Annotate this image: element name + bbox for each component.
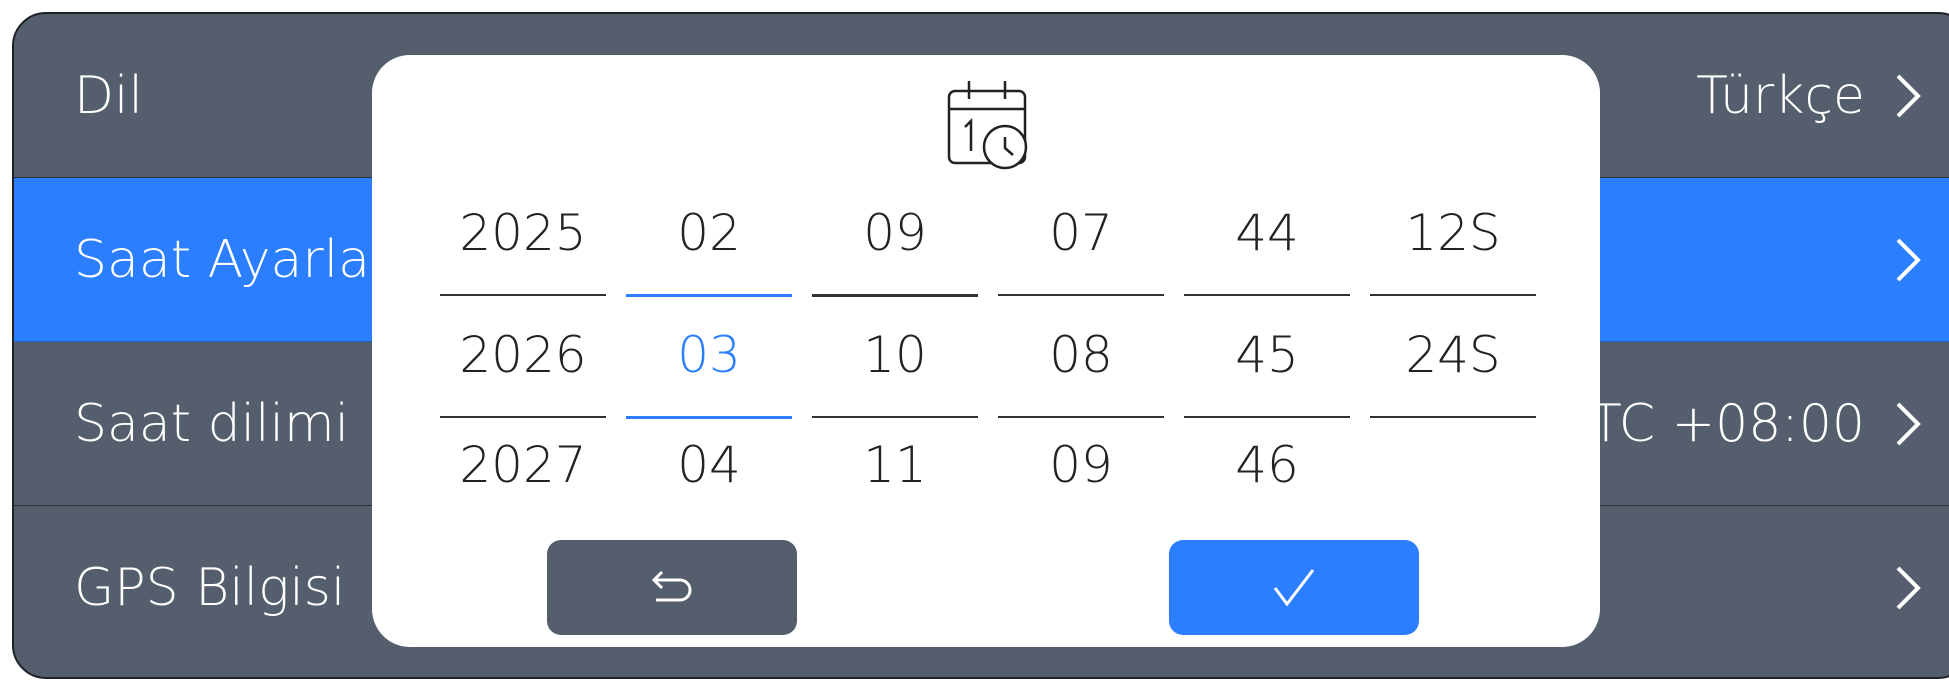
calendar-clock-icon [947,81,1028,170]
row-label: Saat dilimi [74,393,350,454]
divider [626,294,792,297]
divider [998,416,1164,418]
picker-option[interactable]: 2025 [440,203,606,263]
divider [1370,294,1536,296]
chevron-right-icon [1896,402,1921,445]
back-button[interactable] [547,540,797,635]
datetime-picker-dialog: 2025 2026 2027 02 03 04 09 10 11 07 08 0… [372,55,1600,647]
picker-option-selected[interactable]: 2026 [440,325,606,385]
divider [998,294,1164,296]
picker-column-format[interactable]: 12S 24S [1370,195,1536,475]
divider [812,416,978,418]
row-value: Türkçe [1696,65,1865,126]
picker-option[interactable]: 09 [812,203,978,263]
divider [626,416,792,419]
undo-arrow-icon [651,570,692,601]
row-label: GPS Bilgisi [74,558,346,618]
picker-option[interactable]: 2027 [440,435,606,495]
confirm-button[interactable] [1169,540,1419,635]
checkmark-icon [1273,568,1315,606]
picker-option-selected[interactable]: 03 [626,325,792,385]
picker-option-selected[interactable]: 10 [812,325,978,385]
chevron-right-icon [1896,566,1921,610]
picker-option[interactable]: 04 [626,435,792,495]
divider [812,294,978,297]
row-label: Dil [74,65,143,126]
picker-option[interactable]: 09 [998,435,1164,495]
picker-column-month[interactable]: 02 03 04 [626,195,792,494]
divider [1184,416,1350,418]
picker-option[interactable]: 07 [998,203,1164,263]
picker-option[interactable]: 02 [626,203,792,263]
picker-column-hour[interactable]: 07 08 09 [998,195,1164,494]
divider [1184,294,1350,296]
chevron-right-icon [1896,74,1921,117]
divider [440,294,606,296]
picker-column-year[interactable]: 2025 2026 2027 [440,195,606,494]
picker-option-selected[interactable]: 45 [1184,325,1350,385]
picker-option[interactable]: 44 [1184,203,1350,263]
picker-column-minute[interactable]: 44 45 46 [1184,195,1350,494]
divider [1370,416,1536,418]
picker-option-selected[interactable]: 08 [998,325,1164,385]
picker-option[interactable]: 46 [1184,435,1350,495]
chevron-right-icon [1896,238,1921,281]
picker-option[interactable] [1370,435,1536,495]
picker-column-day[interactable]: 09 10 11 [812,195,978,494]
divider [440,416,606,418]
picker-option[interactable]: 12S [1370,203,1536,263]
picker-option-selected[interactable]: 24S [1370,325,1536,385]
picker-option[interactable]: 11 [812,435,978,495]
row-label: Saat Ayarları [74,229,406,290]
